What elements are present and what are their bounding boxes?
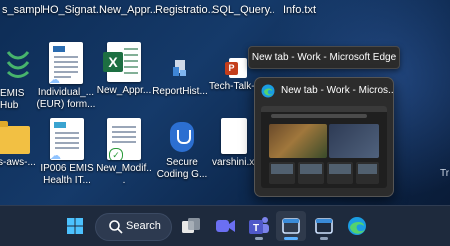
icon-label: s-aws-... [0,157,36,168]
taskbar: Search T [0,205,450,246]
desktop-icon-emis-hub[interactable]: EMIS Hub [0,44,38,112]
desktop-icon-new-modif[interactable]: ✓ New_Modif... [96,118,152,187]
desktop-item-label[interactable]: SQL_Query... [212,4,274,18]
thumbnail-header: New tab - Work - Micros... [261,84,393,100]
cloud-sync-icon: ☁ [49,74,60,85]
svg-text:T: T [253,223,259,234]
desktop-icon-ip006-emis[interactable]: ☁ IP006 EMIS Health IT... [38,118,96,187]
search-label: Search [126,220,161,232]
windows-logo-icon [67,218,83,234]
desktop-item-label[interactable]: s_sampl... [2,4,42,18]
task-view-icon [182,218,200,233]
desktop-icon-varshini[interactable]: varshini.xr... [210,118,266,169]
side-text: Tr [440,168,450,179]
desktop-item-label[interactable]: New_Appr... [99,4,157,18]
taskbar-search[interactable]: Search [95,213,172,241]
desktop-icon-new-appr-excel[interactable]: X New_Appr... [96,42,152,97]
edge-personal-button[interactable] [309,211,339,241]
synced-check-icon: ✓ [109,148,123,160]
edge-icon [261,84,275,98]
active-indicator [284,237,298,240]
icon-label: Individual_... (EUR) form... [36,87,96,110]
edge-window-thumbnail[interactable]: New tab - Work - Micros... [254,77,394,197]
thumbnail-preview[interactable] [261,106,387,188]
edge-work-button[interactable] [276,211,306,241]
taskbar-tooltip: New tab - Work - Microsoft Edge [248,46,400,69]
cloud-sync-icon: ☁ [50,150,61,161]
icon-label: EMIS Hub [0,88,25,111]
shield-icon [170,122,194,152]
start-button[interactable] [60,211,90,241]
edge-icon [348,217,366,235]
teams-button[interactable]: T [244,211,274,241]
icon-label: ReportHist... [152,86,208,97]
icon-label: New_Appr... [96,85,152,96]
folder-icon [0,121,30,154]
document-icon: ☁ [49,42,83,84]
icon-label: Secure Coding G... [156,157,208,180]
green-logo-icon [6,51,30,78]
desktop-icon-aws-folder[interactable]: s-aws-... [0,118,38,169]
desktop-item-label[interactable]: HO_Signat... [42,4,102,18]
desktop-icon-secure-coding[interactable]: Secure Coding G... [154,116,210,181]
desktop-item-label[interactable]: Registratio... [155,4,213,18]
meet-camera-icon [216,220,235,232]
thumbnail-title: New tab - Work - Micros... [281,85,393,96]
excel-icon: X [103,42,141,82]
icon-label: varshini.xr... [212,157,266,168]
preview-side-card [329,124,379,158]
icon-label: New_Modif... [96,163,152,186]
preview-hero-image [269,124,327,158]
desktop-icon-individual-form[interactable]: ☁ Individual_... (EUR) form... [36,42,96,111]
desktop-item-label[interactable]: Info.txt [283,4,333,18]
meet-button[interactable] [210,211,240,241]
powerpoint-icon: P [225,58,247,78]
edge-browser-button[interactable] [342,211,372,241]
desktop-icon-report-history[interactable]: ReportHist... [152,58,208,98]
document-icon: ✓ [107,118,141,160]
running-indicator [255,237,263,240]
report-icon [173,60,186,76]
blank-file-icon [221,118,247,154]
search-icon [109,220,123,234]
task-view-button[interactable] [176,211,206,241]
document-icon: ☁ [50,118,84,160]
running-indicator [320,237,328,240]
icon-label: IP006 EMIS Health IT... [40,163,94,186]
desktop: s_sampl... HO_Signat... New_Appr... Regi… [0,0,450,205]
